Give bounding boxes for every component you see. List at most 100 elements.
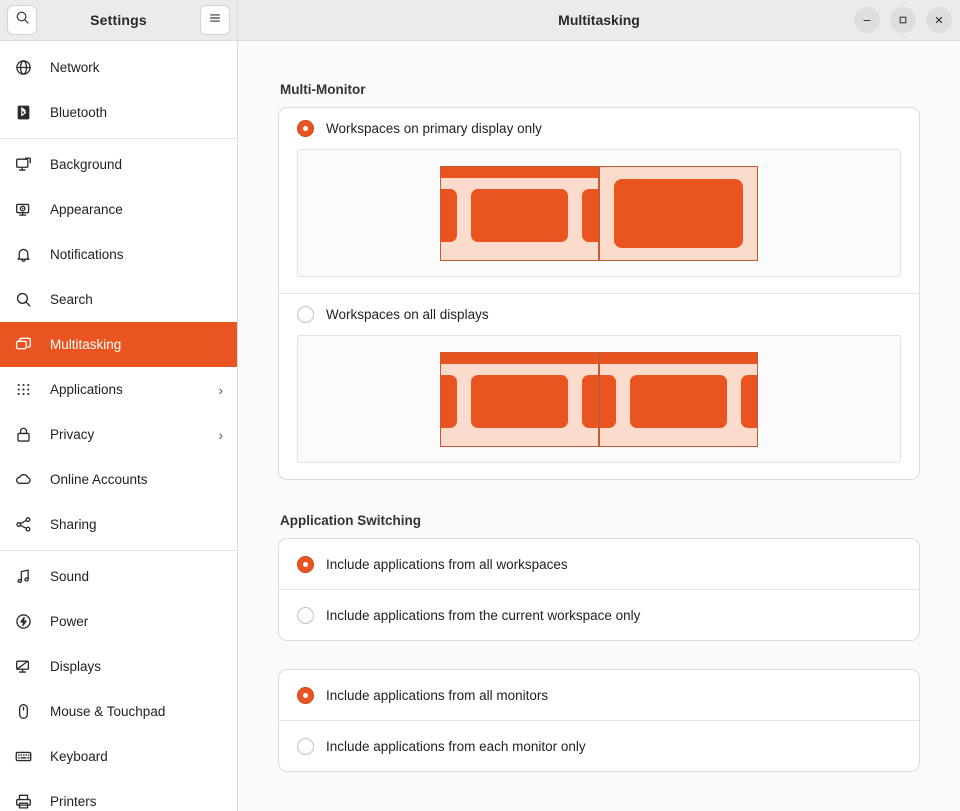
window-controls: [854, 7, 952, 33]
sidebar-item-printers[interactable]: Printers: [0, 779, 237, 811]
share-nodes-icon: [13, 515, 33, 535]
appearance-icon: [13, 200, 33, 220]
radio-workspaces-all-displays[interactable]: [297, 306, 314, 323]
sidebar-item-search[interactable]: Search: [0, 277, 237, 322]
monitor-primary: [440, 351, 599, 447]
power-icon: [13, 612, 33, 632]
sidebar-item-label: Appearance: [50, 202, 123, 217]
application-switching-monitor-card: Include applications from all monitors I…: [278, 669, 920, 772]
radio-include-current-workspace-only[interactable]: [297, 606, 314, 624]
settings-content: Multi-Monitor Workspaces on primary disp…: [238, 41, 960, 811]
workspace-thumb-right: [582, 374, 598, 428]
close-button[interactable]: [926, 7, 952, 33]
option-label: Include applications from the current wo…: [326, 607, 641, 623]
sidebar-item-privacy[interactable]: Privacy ›: [0, 412, 237, 457]
option-include-all-monitors[interactable]: Include applications from all monitors: [279, 670, 919, 720]
hamburger-menu-icon: [208, 11, 222, 30]
maximize-button[interactable]: [890, 7, 916, 33]
option-label: Workspaces on primary display only: [326, 121, 542, 136]
cloud-icon: [13, 470, 33, 490]
background-monitor-icon: [13, 155, 33, 175]
sidebar-item-power[interactable]: Power: [0, 599, 237, 644]
monitor-secondary: [599, 165, 758, 261]
sidebar-divider: [0, 138, 237, 139]
option-label: Include applications from all workspaces: [326, 556, 568, 572]
mouse-icon: [13, 702, 33, 722]
option-label: Include applications from all monitors: [326, 687, 549, 703]
sidebar-item-label: Notifications: [50, 247, 124, 262]
sidebar-item-label: Multitasking: [50, 337, 122, 352]
lock-icon: [13, 425, 33, 445]
multi-monitor-card: Workspaces on primary display only Works…: [278, 107, 920, 480]
chevron-right-icon: ›: [218, 381, 223, 398]
option-workspaces-all-displays[interactable]: Workspaces on all displays: [279, 294, 919, 335]
window-thumb: [614, 178, 743, 248]
sidebar-header: Settings: [0, 0, 237, 41]
sidebar-item-label: Privacy: [50, 427, 95, 442]
monitor-pair: [440, 165, 758, 261]
sidebar-item-label: Mouse & Touchpad: [50, 704, 166, 719]
sidebar-item-label: Power: [50, 614, 89, 629]
search-icon: [15, 10, 30, 30]
minimize-button[interactable]: [854, 7, 880, 33]
radio-include-all-monitors[interactable]: [297, 686, 314, 704]
sidebar-item-label: Search: [50, 292, 93, 307]
option-include-current-workspace-only[interactable]: Include applications from the current wo…: [279, 590, 919, 640]
sidebar-item-bluetooth[interactable]: Bluetooth: [0, 90, 237, 135]
radio-include-all-workspaces[interactable]: [297, 555, 314, 573]
sidebar-item-background[interactable]: Background: [0, 142, 237, 187]
chevron-right-icon: ›: [218, 426, 223, 443]
radio-workspaces-primary-display-only[interactable]: [297, 120, 314, 137]
sidebar-item-label: Printers: [50, 794, 97, 809]
option-label: Workspaces on all displays: [326, 307, 489, 322]
workspace-thumb-left: [441, 188, 457, 242]
sidebar-item-label: Keyboard: [50, 749, 108, 764]
sidebar-item-label: Sound: [50, 569, 90, 584]
monitor-primary: [440, 165, 599, 261]
section-heading-application-switching: Application Switching: [280, 513, 421, 528]
sidebar-item-displays[interactable]: Displays: [0, 644, 237, 689]
sidebar: Settings Network Bluetooth Background Appea…: [0, 0, 238, 811]
application-switching-workspace-card: Include applications from all workspaces…: [278, 538, 920, 641]
search-button[interactable]: [7, 5, 37, 35]
sidebar-item-keyboard[interactable]: Keyboard: [0, 734, 237, 779]
monitor-secondary: [599, 351, 758, 447]
sidebar-item-applications[interactable]: Applications ›: [0, 367, 237, 412]
radio-include-each-monitor-only[interactable]: [297, 737, 314, 755]
option-workspaces-primary-display-only[interactable]: Workspaces on primary display only: [279, 108, 919, 149]
displays-icon: [13, 657, 33, 677]
sidebar-item-label: Background: [50, 157, 123, 172]
sidebar-divider: [0, 550, 237, 551]
search-icon: [13, 290, 33, 310]
option-include-each-monitor-only[interactable]: Include applications from each monitor o…: [279, 721, 919, 771]
sidebar-item-network[interactable]: Network: [0, 45, 237, 90]
workspace-thumb-center: [471, 188, 568, 242]
sidebar-item-label: Online Accounts: [50, 472, 148, 487]
sidebar-item-label: Bluetooth: [50, 105, 108, 120]
sidebar-item-notifications[interactable]: Notifications: [0, 232, 237, 277]
workspace-thumb-right: [741, 374, 757, 428]
settings-window: Settings Network Bluetooth Background Appea…: [0, 0, 960, 811]
sound-note-icon: [13, 567, 33, 587]
sidebar-item-mouse-touchpad[interactable]: Mouse & Touchpad: [0, 689, 237, 734]
page-title: Multitasking: [558, 12, 640, 28]
workspace-thumb-center: [471, 374, 568, 428]
option-include-all-workspaces[interactable]: Include applications from all workspaces: [279, 539, 919, 589]
sidebar-item-sound[interactable]: Sound: [0, 554, 237, 599]
sidebar-item-label: Displays: [50, 659, 102, 674]
illustration-primary-display-only: [297, 149, 901, 277]
monitor-topbar: [441, 166, 598, 178]
applications-grid-icon: [13, 380, 33, 400]
sidebar-item-appearance[interactable]: Appearance: [0, 187, 237, 232]
sidebar-item-multitasking[interactable]: Multitasking: [0, 322, 237, 367]
sidebar-item-label: Applications: [50, 382, 123, 397]
printer-icon: [13, 792, 33, 811]
multitasking-windows-icon: [13, 335, 33, 355]
illustration-all-displays: [297, 335, 901, 463]
monitor-pair: [440, 351, 758, 447]
sidebar-item-online-accounts[interactable]: Online Accounts: [0, 457, 237, 502]
workspace-thumb-right: [582, 188, 598, 242]
main-menu-button[interactable]: [200, 5, 230, 35]
sidebar-item-sharing[interactable]: Sharing: [0, 502, 237, 547]
monitor-topbar: [441, 352, 598, 364]
